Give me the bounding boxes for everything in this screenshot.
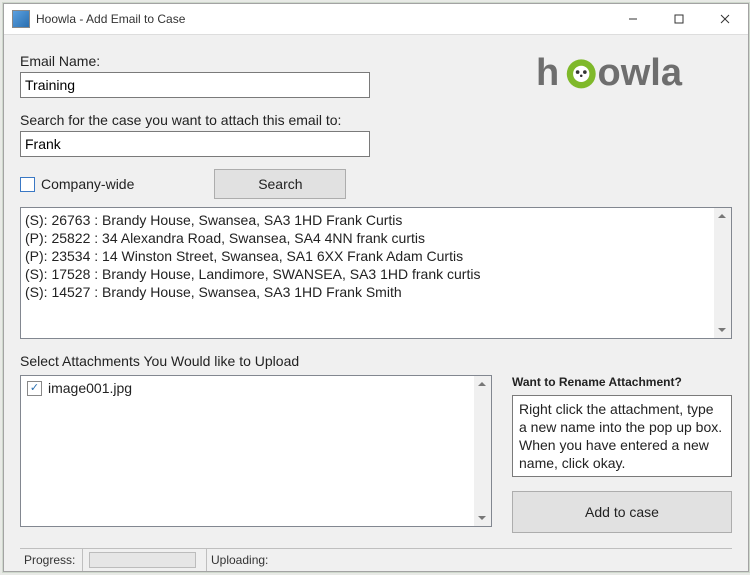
result-row[interactable]: (S): 26763 : Brandy House, Swansea, SA3 … <box>25 211 709 229</box>
title-bar: Hoowla - Add Email to Case <box>4 4 748 35</box>
hoowla-logo-svg: h owla <box>536 49 726 97</box>
results-scrollbar[interactable] <box>714 208 731 338</box>
company-wide-checkbox[interactable]: Company-wide <box>20 176 134 192</box>
top-row: Email Name: Search for the case you want… <box>20 49 732 157</box>
svg-text:owla: owla <box>598 52 683 94</box>
result-row[interactable]: (P): 25822 : 34 Alexandra Road, Swansea,… <box>25 229 709 247</box>
client-area: Email Name: Search for the case you want… <box>4 35 748 571</box>
email-name-input[interactable] <box>20 72 370 98</box>
close-icon <box>720 14 730 24</box>
attachments-scrollbar[interactable] <box>474 376 491 526</box>
checkbox-box-icon <box>20 177 35 192</box>
search-row: Company-wide Search <box>20 169 732 199</box>
top-left-column: Email Name: Search for the case you want… <box>20 49 536 157</box>
dialog-window: Hoowla - Add Email to Case Email Name: S… <box>3 3 749 572</box>
rename-column: Want to Rename Attachment? Right click t… <box>512 375 732 533</box>
results-list[interactable]: (S): 26763 : Brandy House, Swansea, SA3 … <box>20 207 732 339</box>
attachments-inner: ✓ image001.jpg <box>21 376 473 526</box>
attachment-checkbox-icon: ✓ <box>27 381 42 396</box>
search-label: Search for the case you want to attach t… <box>20 112 536 128</box>
search-button[interactable]: Search <box>214 169 346 199</box>
result-row[interactable]: (S): 17528 : Brandy House, Landimore, SW… <box>25 265 709 283</box>
result-row[interactable]: (P): 23534 : 14 Winston Street, Swansea,… <box>25 247 709 265</box>
rename-label: Want to Rename Attachment? <box>512 375 732 389</box>
search-input[interactable] <box>20 131 370 157</box>
minimize-button[interactable] <box>610 4 656 34</box>
window-controls <box>610 4 748 34</box>
results-inner: (S): 26763 : Brandy House, Swansea, SA3 … <box>21 208 713 338</box>
bottom-row: ✓ image001.jpg Want to Rename Attachment… <box>20 375 732 533</box>
rename-help-text: Right click the attachment, type a new n… <box>512 395 732 477</box>
window-title: Hoowla - Add Email to Case <box>36 12 610 26</box>
email-name-label: Email Name: <box>20 53 536 69</box>
hoowla-logo: h owla <box>536 49 726 100</box>
progress-bar <box>89 552 196 568</box>
svg-text:h: h <box>536 52 559 94</box>
maximize-icon <box>674 14 684 24</box>
company-wide-label: Company-wide <box>41 176 134 192</box>
progress-label: Progress: <box>20 549 83 571</box>
attachment-item[interactable]: ✓ image001.jpg <box>27 380 467 396</box>
maximize-button[interactable] <box>656 4 702 34</box>
attachment-name: image001.jpg <box>48 380 132 396</box>
attachments-label: Select Attachments You Would like to Upl… <box>20 353 732 369</box>
minimize-icon <box>628 14 638 24</box>
progress-cell <box>83 549 207 571</box>
uploading-label: Uploading: <box>207 549 732 571</box>
close-button[interactable] <box>702 4 748 34</box>
attachments-list[interactable]: ✓ image001.jpg <box>20 375 492 527</box>
app-icon <box>12 10 30 28</box>
result-row[interactable]: (S): 14527 : Brandy House, Swansea, SA3 … <box>25 283 709 301</box>
add-to-case-button[interactable]: Add to case <box>512 491 732 533</box>
status-bar: Progress: Uploading: <box>20 548 732 571</box>
